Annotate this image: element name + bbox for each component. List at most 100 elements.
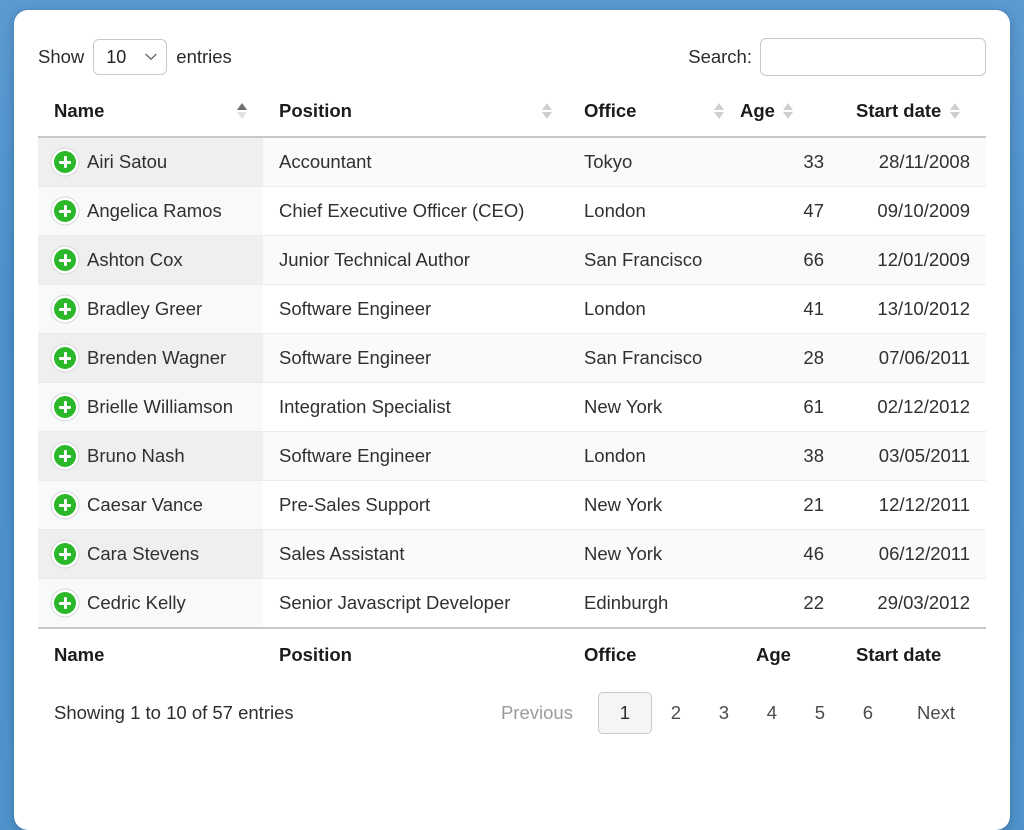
column-header-start-date[interactable]: Start date	[840, 90, 986, 138]
column-header-name[interactable]: Name	[38, 90, 263, 138]
cell-office: Tokyo	[568, 136, 740, 187]
cell-name: Airi Satou	[38, 136, 263, 187]
length-menu-select[interactable]: 10 25 50 100	[93, 39, 168, 75]
pagination-next[interactable]: Next	[902, 693, 970, 733]
cell-start-date: 29/03/2012	[840, 578, 986, 628]
cell-start-date: 09/10/2009	[840, 186, 986, 236]
column-header-name-label: Name	[54, 100, 105, 121]
pagination: Previous 1 2 3 4 5 6 Next	[486, 692, 970, 735]
cell-position: Pre-Sales Support	[263, 480, 568, 530]
table-row[interactable]: Ashton Cox Junior Technical Author San Fra…	[38, 235, 986, 285]
plus-circle-icon[interactable]	[54, 151, 76, 173]
plus-circle-icon[interactable]	[54, 347, 76, 369]
table-footer-row: Name Position Office Age Start date	[38, 627, 986, 674]
column-header-office[interactable]: Office	[568, 90, 740, 138]
table-row[interactable]: Cedric Kelly Senior Javascript Developer E…	[38, 578, 986, 628]
cell-age: 41	[740, 284, 840, 334]
entries-info: Showing 1 to 10 of 57 entries	[54, 702, 294, 724]
table-header-row: Name Position Office Age Start date	[38, 90, 986, 138]
cell-name: Angelica Ramos	[38, 186, 263, 236]
cell-name-label: Angelica Ramos	[87, 200, 222, 221]
plus-circle-icon[interactable]	[54, 200, 76, 222]
footer-column-position: Position	[263, 627, 568, 674]
table-row[interactable]: Angelica Ramos Chief Executive Officer (C…	[38, 186, 986, 236]
table-row[interactable]: Bradley Greer Software Engineer London 41 13…	[38, 284, 986, 334]
footer-column-age: Age	[740, 627, 840, 674]
datatable-card: Show 10 25 50 100	[14, 10, 1010, 830]
column-header-age[interactable]: Age	[740, 90, 840, 138]
search-input[interactable]	[760, 38, 986, 76]
cell-start-date: 28/11/2008	[840, 136, 986, 187]
sort-arrows-position-icon	[541, 103, 552, 119]
pagination-page-3[interactable]: 3	[700, 693, 748, 733]
plus-circle-icon[interactable]	[54, 494, 76, 516]
column-header-position[interactable]: Position	[263, 90, 568, 138]
sort-arrows-start-date-icon	[949, 103, 960, 119]
cell-office: New York	[568, 529, 740, 579]
cell-position: Integration Specialist	[263, 382, 568, 432]
cell-name-label: Caesar Vance	[87, 494, 203, 515]
footer-column-office: Office	[568, 627, 740, 674]
cell-office: San Francisco	[568, 333, 740, 383]
cell-position: Senior Javascript Developer	[263, 578, 568, 628]
cell-office: London	[568, 284, 740, 334]
table-row[interactable]: Caesar Vance Pre-Sales Support New York 21 1…	[38, 480, 986, 530]
cell-name: Cara Stevens	[38, 529, 263, 579]
search-label: Search:	[688, 46, 752, 67]
cell-office: London	[568, 186, 740, 236]
table-head: Name Position Office Age Start date	[38, 90, 986, 138]
cell-start-date: 12/12/2011	[840, 480, 986, 530]
plus-circle-icon[interactable]	[54, 249, 76, 271]
plus-circle-icon[interactable]	[54, 298, 76, 320]
pagination-page-4[interactable]: 4	[748, 693, 796, 733]
cell-position: Chief Executive Officer (CEO)	[263, 186, 568, 236]
table-row[interactable]: Bruno Nash Software Engineer London 38 03/05…	[38, 431, 986, 481]
cell-name-label: Airi Satou	[87, 151, 168, 172]
table-body: Airi Satou Accountant Tokyo 33 28/11/2008 Ang…	[38, 136, 986, 628]
cell-start-date: 02/12/2012	[840, 382, 986, 432]
cell-office: London	[568, 431, 740, 481]
cell-start-date: 06/12/2011	[840, 529, 986, 579]
table-row[interactable]: Brielle Williamson Integration Specialist…	[38, 382, 986, 432]
cell-age: 47	[740, 186, 840, 236]
cell-name-label: Brielle Williamson	[87, 396, 233, 417]
pagination-page-1[interactable]: 1	[597, 692, 652, 735]
table-row[interactable]: Airi Satou Accountant Tokyo 33 28/11/2008	[38, 136, 986, 187]
table-row[interactable]: Cara Stevens Sales Assistant New York 46 06/…	[38, 529, 986, 579]
cell-name: Brielle Williamson	[38, 382, 263, 432]
plus-circle-icon[interactable]	[54, 396, 76, 418]
pagination-page-5[interactable]: 5	[796, 693, 844, 733]
search-filter: Search:	[688, 38, 986, 76]
footer-column-start-date: Start date	[840, 627, 986, 674]
cell-name-label: Bradley Greer	[87, 298, 203, 319]
cell-name-label: Brenden Wagner	[87, 347, 227, 368]
cell-position: Software Engineer	[263, 284, 568, 334]
cell-name: Cedric Kelly	[38, 578, 263, 628]
cell-position: Software Engineer	[263, 431, 568, 481]
cell-start-date: 03/05/2011	[840, 431, 986, 481]
length-menu: Show 10 25 50 100	[38, 39, 232, 75]
pagination-page-2[interactable]: 2	[652, 693, 700, 733]
cell-position: Junior Technical Author	[263, 235, 568, 285]
plus-circle-icon[interactable]	[54, 592, 76, 614]
plus-circle-icon[interactable]	[54, 543, 76, 565]
length-menu-suffix-label: entries	[176, 46, 232, 67]
cell-age: 38	[740, 431, 840, 481]
cell-age: 61	[740, 382, 840, 432]
cell-office: Edinburgh	[568, 578, 740, 628]
cell-name: Caesar Vance	[38, 480, 263, 530]
table-row[interactable]: Brenden Wagner Software Engineer San Franc…	[38, 333, 986, 383]
page-background: Show 10 25 50 100	[0, 0, 1024, 830]
column-header-position-label: Position	[279, 100, 352, 121]
sort-arrows-name-icon	[236, 103, 247, 119]
cell-age: 66	[740, 235, 840, 285]
pagination-previous[interactable]: Previous	[486, 693, 588, 733]
length-menu-prefix-label: Show	[38, 46, 85, 67]
cell-position: Software Engineer	[263, 333, 568, 383]
pagination-page-6[interactable]: 6	[844, 693, 892, 733]
plus-circle-icon[interactable]	[54, 445, 76, 467]
cell-office: New York	[568, 480, 740, 530]
cell-name: Brenden Wagner	[38, 333, 263, 383]
cell-office: New York	[568, 382, 740, 432]
cell-name: Bruno Nash	[38, 431, 263, 481]
